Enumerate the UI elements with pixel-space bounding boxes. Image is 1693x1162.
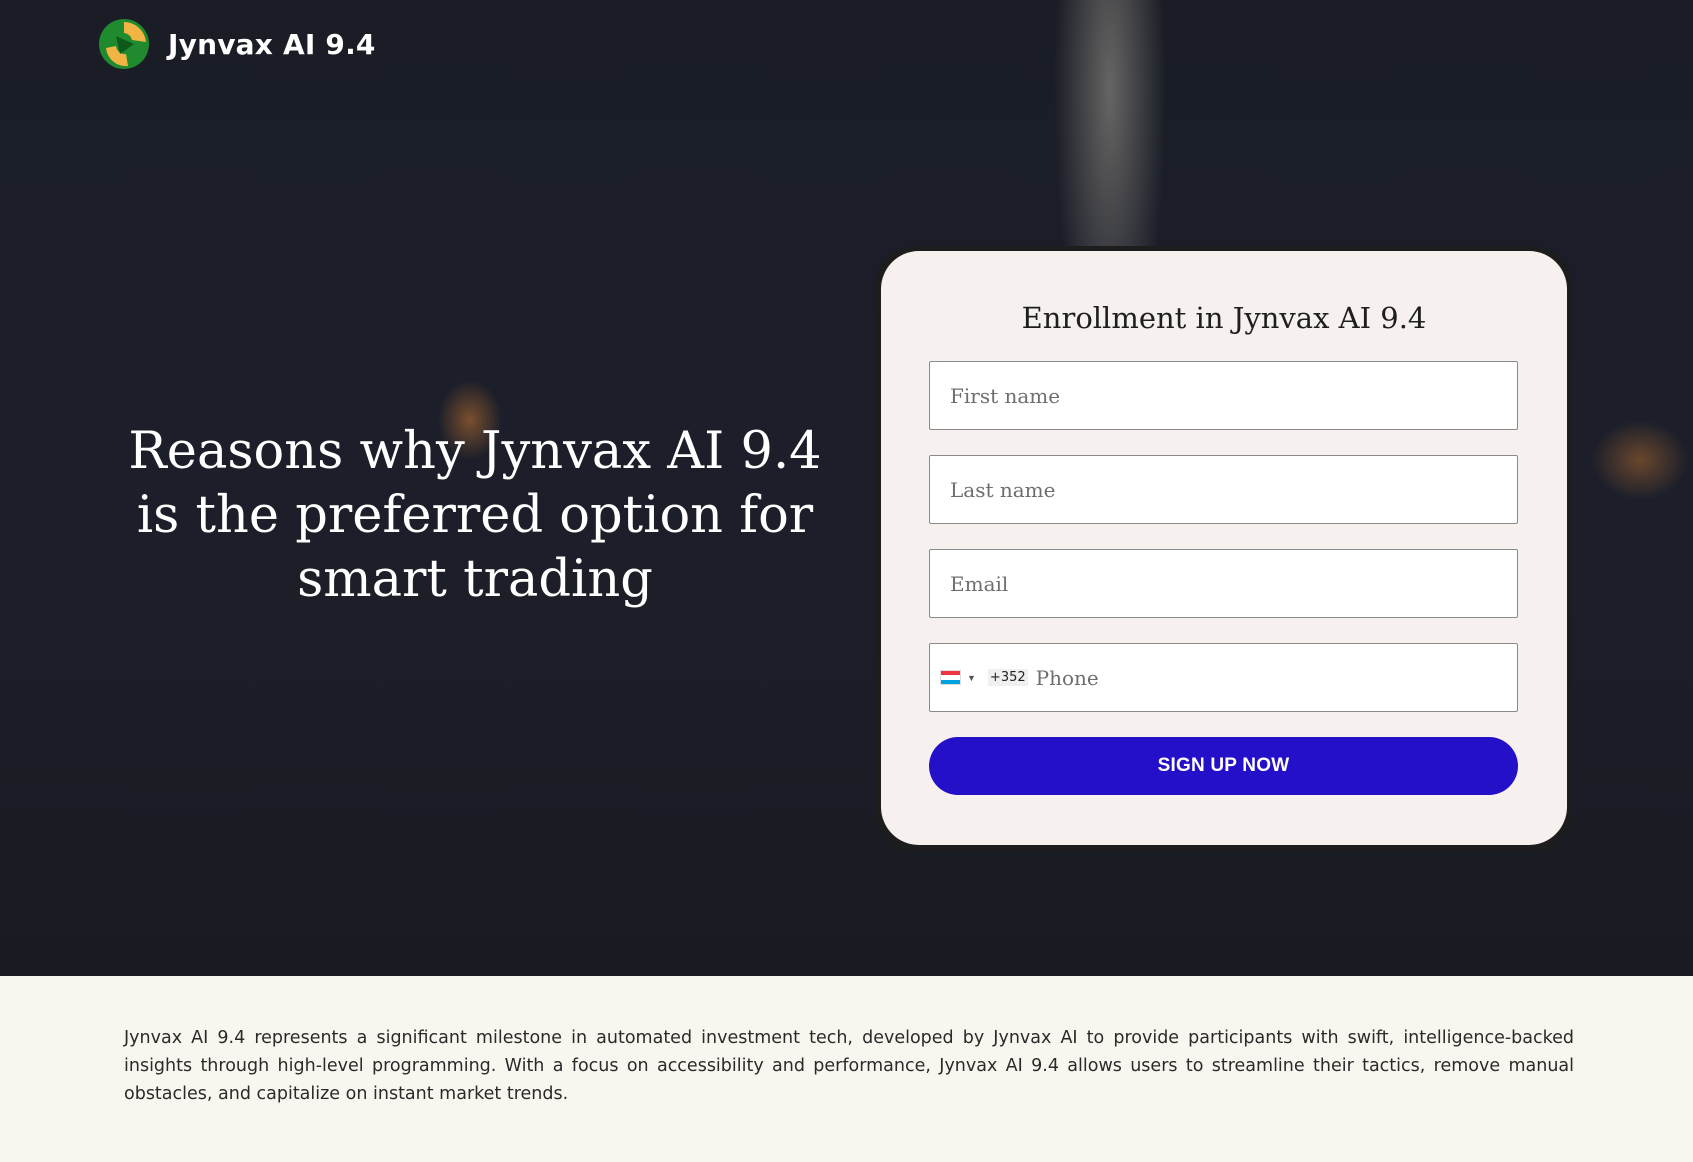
hero-headline: Reasons why Jynvax AI 9.4 is the preferr… xyxy=(128,422,822,609)
phone-input[interactable] xyxy=(1027,644,1517,711)
first-name-input[interactable] xyxy=(930,362,1517,429)
country-code-selector[interactable]: ▼ +352 xyxy=(930,644,1028,711)
last-name-field[interactable] xyxy=(929,455,1518,524)
dial-code: +352 xyxy=(987,669,1028,686)
email-input[interactable] xyxy=(930,550,1517,617)
luxembourg-flag-icon xyxy=(940,670,961,685)
form-title: Enrollment in Jynvax AI 9.4 xyxy=(1021,301,1427,335)
first-name-field[interactable] xyxy=(929,361,1518,430)
caret-down-icon: ▼ xyxy=(967,672,976,683)
sign-up-button[interactable]: SIGN UP NOW xyxy=(929,737,1518,795)
leaf-swirl-logo-icon xyxy=(99,19,149,69)
brand-name: Jynvax AI 9.4 xyxy=(168,27,376,61)
enrollment-form: Enrollment in Jynvax AI 9.4 ▼ +352 SIGN … xyxy=(881,251,1567,845)
phone-field[interactable]: ▼ +352 xyxy=(929,643,1518,712)
product-description: Jynvax AI 9.4 represents a significant m… xyxy=(124,1028,1574,1104)
email-field[interactable] xyxy=(929,549,1518,618)
brand[interactable]: Jynvax AI 9.4 xyxy=(98,18,376,70)
last-name-input[interactable] xyxy=(930,456,1517,523)
